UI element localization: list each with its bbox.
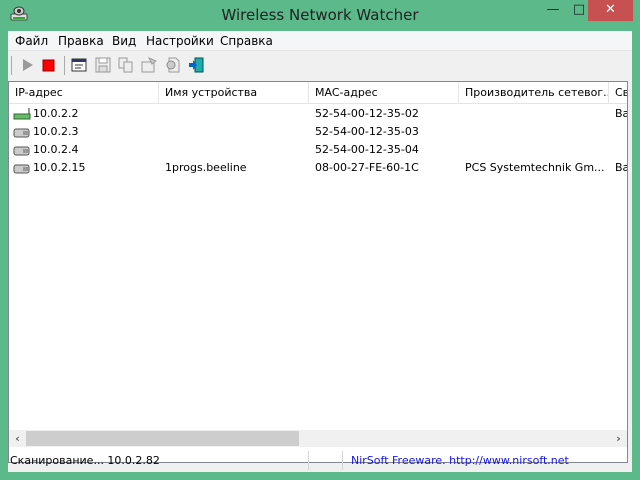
cell-info: Ваш — [615, 107, 627, 120]
menu-edit[interactable]: Правка — [58, 34, 104, 48]
cell-mac: 08-00-27-FE-60-1C — [315, 161, 419, 174]
menu-view[interactable]: Вид — [112, 34, 136, 48]
cell-vendor — [465, 141, 611, 159]
options-icon[interactable] — [164, 57, 180, 73]
column-header-info[interactable]: Сво — [609, 82, 627, 104]
column-header-mac[interactable]: MAC-адрес — [309, 82, 459, 104]
exit-icon[interactable] — [188, 57, 204, 73]
cell-mac: 52-54-00-12-35-03 — [315, 125, 419, 138]
cell-ip: 10.0.2.15 — [33, 161, 86, 174]
menu-bar: Файл Правка Вид Настройки Справка — [8, 31, 632, 51]
cell-info: Ваш — [615, 161, 627, 174]
cell-mac: 52-54-00-12-35-04 — [315, 143, 419, 156]
toolbar-separator — [11, 56, 12, 75]
minimize-button[interactable]: — — [540, 0, 566, 21]
title-bar: Wireless Network Watcher — □ ✕ — [0, 0, 640, 31]
cell-vendor: PCS Systemtechnik Gm... — [465, 161, 605, 174]
status-bar: Сканирование... 10.0.2.82 NirSoft Freewa… — [8, 449, 632, 472]
scroll-left-button[interactable]: ‹ — [9, 430, 26, 447]
scroll-right-button[interactable]: › — [610, 430, 627, 447]
cell-ip: 10.0.2.4 — [33, 143, 79, 156]
cell-info — [615, 123, 627, 141]
properties-icon[interactable] — [141, 57, 157, 73]
cell-device-name — [165, 141, 311, 159]
device-list[interactable]: IP-адрес Имя устройства MAC-адрес Произв… — [8, 81, 628, 463]
computer-icon — [13, 164, 30, 174]
save-icon[interactable] — [95, 57, 111, 73]
cell-info — [615, 141, 627, 159]
computer-icon — [13, 146, 30, 156]
play-icon[interactable] — [20, 57, 36, 73]
close-button[interactable]: ✕ — [588, 0, 633, 21]
list-header: IP-адрес Имя устройства MAC-адрес Произв… — [9, 82, 627, 104]
menu-help[interactable]: Справка — [220, 34, 273, 48]
cell-mac: 52-54-00-12-35-02 — [315, 107, 419, 120]
scrollbar-thumb[interactable] — [26, 431, 299, 446]
cell-device-name — [165, 123, 311, 141]
table-row[interactable]: 10.0.2.2 52-54-00-12-35-02 Ваш — [9, 105, 627, 123]
cell-vendor — [465, 105, 611, 123]
toolbar-separator — [64, 56, 65, 75]
toolbar — [8, 52, 632, 80]
column-header-vendor[interactable]: Производитель сетевог... — [459, 82, 609, 104]
cell-ip: 10.0.2.2 — [33, 107, 79, 120]
table-row[interactable]: 10.0.2.15 1progs.beeline 08-00-27-FE-60-1C… — [9, 159, 627, 177]
client-area: Файл Правка Вид Настройки Справка IP-адр… — [8, 31, 632, 472]
menu-settings[interactable]: Настройки — [146, 34, 214, 48]
cell-ip: 10.0.2.3 — [33, 125, 79, 138]
table-row[interactable]: 10.0.2.4 52-54-00-12-35-04 — [9, 141, 627, 159]
status-divider — [308, 451, 309, 470]
stop-icon[interactable] — [41, 57, 57, 73]
html-report-icon[interactable] — [71, 57, 87, 73]
menu-file[interactable]: Файл — [15, 34, 48, 48]
status-divider — [342, 451, 343, 470]
cell-device-name: 1progs.beeline — [165, 161, 247, 174]
cell-device-name — [165, 105, 311, 123]
nirsoft-link[interactable]: NirSoft Freeware. http://www.nirsoft.net — [351, 452, 569, 469]
table-row[interactable]: 10.0.2.3 52-54-00-12-35-03 — [9, 123, 627, 141]
copy-icon[interactable] — [118, 57, 134, 73]
cell-vendor — [465, 123, 611, 141]
horizontal-scrollbar[interactable]: ‹ › — [9, 430, 627, 447]
router-icon — [13, 108, 31, 120]
status-scan-text: Сканирование... 10.0.2.82 — [10, 454, 160, 467]
computer-icon — [13, 128, 30, 138]
column-header-device-name[interactable]: Имя устройства — [159, 82, 309, 104]
column-header-ip[interactable]: IP-адрес — [9, 82, 159, 104]
